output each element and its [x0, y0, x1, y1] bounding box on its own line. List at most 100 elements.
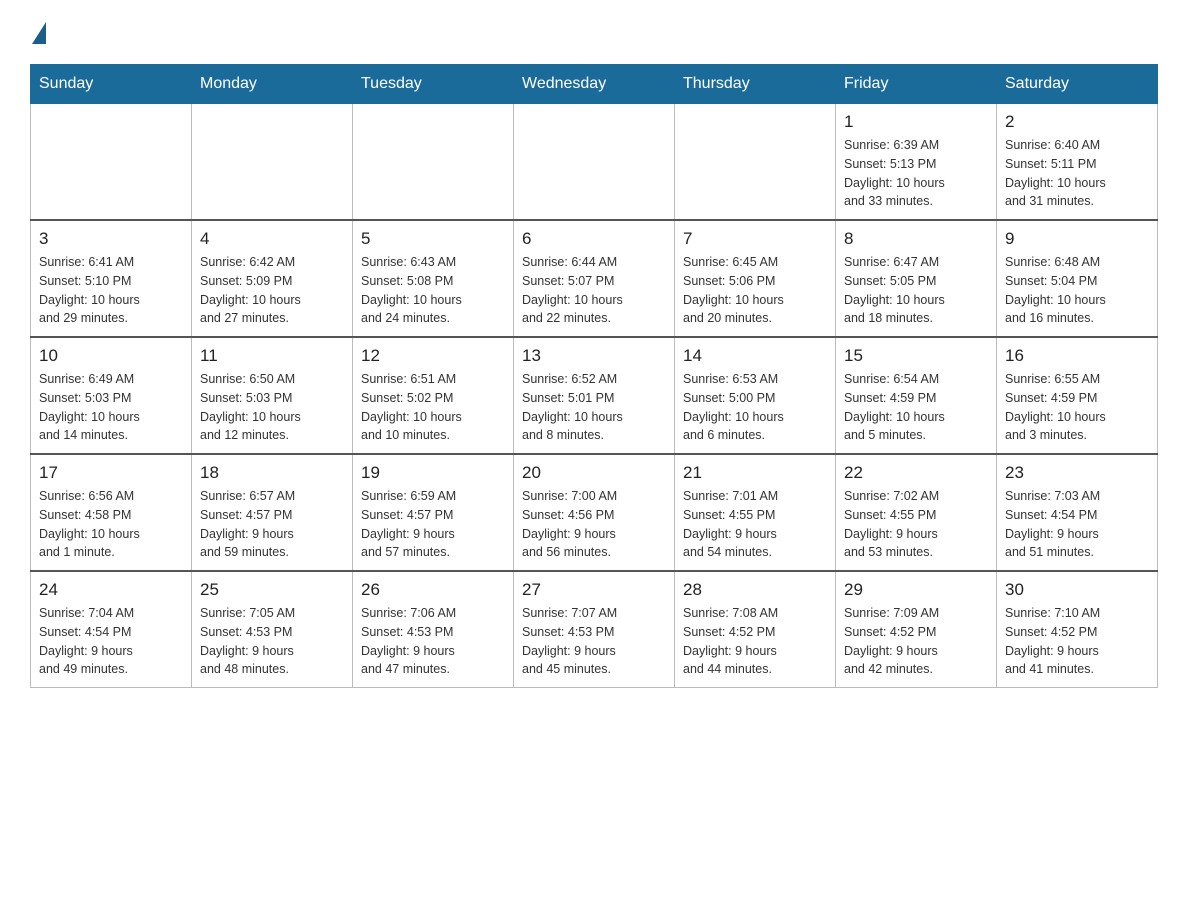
weekday-header-wednesday: Wednesday [514, 65, 675, 104]
day-info: Sunrise: 6:49 AM Sunset: 5:03 PM Dayligh… [39, 370, 183, 445]
day-info: Sunrise: 6:55 AM Sunset: 4:59 PM Dayligh… [1005, 370, 1149, 445]
calendar-header-row: SundayMondayTuesdayWednesdayThursdayFrid… [31, 65, 1158, 104]
calendar-cell: 20 Sunrise: 7:00 AM Sunset: 4:56 PM Dayli… [514, 454, 675, 571]
calendar-cell: 7 Sunrise: 6:45 AM Sunset: 5:06 PM Daylig… [675, 220, 836, 337]
day-number: 14 [683, 346, 827, 366]
day-info: Sunrise: 6:52 AM Sunset: 5:01 PM Dayligh… [522, 370, 666, 445]
calendar-week-row: 3 Sunrise: 6:41 AM Sunset: 5:10 PM Daylig… [31, 220, 1158, 337]
page-header [30, 20, 1158, 44]
calendar-week-row: 24 Sunrise: 7:04 AM Sunset: 4:54 PM Dayli… [31, 571, 1158, 688]
calendar-cell: 24 Sunrise: 7:04 AM Sunset: 4:54 PM Dayli… [31, 571, 192, 688]
calendar-week-row: 17 Sunrise: 6:56 AM Sunset: 4:58 PM Dayli… [31, 454, 1158, 571]
day-number: 4 [200, 229, 344, 249]
day-info: Sunrise: 6:41 AM Sunset: 5:10 PM Dayligh… [39, 253, 183, 328]
day-info: Sunrise: 6:45 AM Sunset: 5:06 PM Dayligh… [683, 253, 827, 328]
calendar-cell: 2 Sunrise: 6:40 AM Sunset: 5:11 PM Daylig… [997, 104, 1158, 221]
day-number: 24 [39, 580, 183, 600]
day-number: 9 [1005, 229, 1149, 249]
day-info: Sunrise: 6:40 AM Sunset: 5:11 PM Dayligh… [1005, 136, 1149, 211]
calendar-cell: 17 Sunrise: 6:56 AM Sunset: 4:58 PM Dayli… [31, 454, 192, 571]
calendar-cell: 21 Sunrise: 7:01 AM Sunset: 4:55 PM Dayli… [675, 454, 836, 571]
weekday-header-saturday: Saturday [997, 65, 1158, 104]
calendar-cell: 15 Sunrise: 6:54 AM Sunset: 4:59 PM Dayli… [836, 337, 997, 454]
day-info: Sunrise: 6:59 AM Sunset: 4:57 PM Dayligh… [361, 487, 505, 562]
day-info: Sunrise: 7:00 AM Sunset: 4:56 PM Dayligh… [522, 487, 666, 562]
day-number: 12 [361, 346, 505, 366]
day-number: 3 [39, 229, 183, 249]
calendar-cell: 14 Sunrise: 6:53 AM Sunset: 5:00 PM Dayli… [675, 337, 836, 454]
day-number: 21 [683, 463, 827, 483]
calendar-cell: 6Sunrise: 6:44 AM Sunset: 5:07 PM Daylig… [514, 220, 675, 337]
day-info: Sunrise: 6:57 AM Sunset: 4:57 PM Dayligh… [200, 487, 344, 562]
day-number: 11 [200, 346, 344, 366]
day-number: 29 [844, 580, 988, 600]
day-number: 26 [361, 580, 505, 600]
day-info: Sunrise: 7:09 AM Sunset: 4:52 PM Dayligh… [844, 604, 988, 679]
calendar-cell: 10 Sunrise: 6:49 AM Sunset: 5:03 PM Dayli… [31, 337, 192, 454]
calendar-cell: 18 Sunrise: 6:57 AM Sunset: 4:57 PM Dayli… [192, 454, 353, 571]
calendar-week-row: 10 Sunrise: 6:49 AM Sunset: 5:03 PM Dayli… [31, 337, 1158, 454]
weekday-header-thursday: Thursday [675, 65, 836, 104]
day-number: 2 [1005, 112, 1149, 132]
day-info: Sunrise: 7:06 AM Sunset: 4:53 PM Dayligh… [361, 604, 505, 679]
day-info: Sunrise: 6:47 AM Sunset: 5:05 PM Dayligh… [844, 253, 988, 328]
day-info: Sunrise: 7:03 AM Sunset: 4:54 PM Dayligh… [1005, 487, 1149, 562]
day-number: 20 [522, 463, 666, 483]
weekday-header-sunday: Sunday [31, 65, 192, 104]
calendar-cell: 4 Sunrise: 6:42 AM Sunset: 5:09 PM Daylig… [192, 220, 353, 337]
day-number: 18 [200, 463, 344, 483]
calendar-cell: 11 Sunrise: 6:50 AM Sunset: 5:03 PM Dayli… [192, 337, 353, 454]
day-info: Sunrise: 6:44 AM Sunset: 5:07 PM Dayligh… [522, 253, 666, 328]
day-info: Sunrise: 7:01 AM Sunset: 4:55 PM Dayligh… [683, 487, 827, 562]
day-number: 7 [683, 229, 827, 249]
calendar-cell: 5Sunrise: 6:43 AM Sunset: 5:08 PM Daylig… [353, 220, 514, 337]
day-info: Sunrise: 6:56 AM Sunset: 4:58 PM Dayligh… [39, 487, 183, 562]
calendar-cell: 9 Sunrise: 6:48 AM Sunset: 5:04 PM Daylig… [997, 220, 1158, 337]
logo-triangle-icon [32, 22, 46, 44]
day-info: Sunrise: 6:51 AM Sunset: 5:02 PM Dayligh… [361, 370, 505, 445]
calendar-cell [514, 104, 675, 221]
day-number: 13 [522, 346, 666, 366]
day-info: Sunrise: 6:39 AM Sunset: 5:13 PM Dayligh… [844, 136, 988, 211]
calendar-cell: 26 Sunrise: 7:06 AM Sunset: 4:53 PM Dayli… [353, 571, 514, 688]
calendar-cell: 22 Sunrise: 7:02 AM Sunset: 4:55 PM Dayli… [836, 454, 997, 571]
weekday-header-monday: Monday [192, 65, 353, 104]
calendar-cell: 19 Sunrise: 6:59 AM Sunset: 4:57 PM Dayli… [353, 454, 514, 571]
day-info: Sunrise: 7:02 AM Sunset: 4:55 PM Dayligh… [844, 487, 988, 562]
calendar-cell [675, 104, 836, 221]
calendar-cell: 13 Sunrise: 6:52 AM Sunset: 5:01 PM Dayli… [514, 337, 675, 454]
day-info: Sunrise: 6:42 AM Sunset: 5:09 PM Dayligh… [200, 253, 344, 328]
day-info: Sunrise: 6:53 AM Sunset: 5:00 PM Dayligh… [683, 370, 827, 445]
day-number: 16 [1005, 346, 1149, 366]
day-info: Sunrise: 7:10 AM Sunset: 4:52 PM Dayligh… [1005, 604, 1149, 679]
calendar-cell: 28 Sunrise: 7:08 AM Sunset: 4:52 PM Dayli… [675, 571, 836, 688]
weekday-header-friday: Friday [836, 65, 997, 104]
day-number: 17 [39, 463, 183, 483]
calendar-cell: 16 Sunrise: 6:55 AM Sunset: 4:59 PM Dayli… [997, 337, 1158, 454]
day-number: 22 [844, 463, 988, 483]
day-number: 10 [39, 346, 183, 366]
day-info: Sunrise: 6:50 AM Sunset: 5:03 PM Dayligh… [200, 370, 344, 445]
day-info: Sunrise: 7:08 AM Sunset: 4:52 PM Dayligh… [683, 604, 827, 679]
day-info: Sunrise: 7:04 AM Sunset: 4:54 PM Dayligh… [39, 604, 183, 679]
day-number: 19 [361, 463, 505, 483]
day-number: 28 [683, 580, 827, 600]
day-info: Sunrise: 6:54 AM Sunset: 4:59 PM Dayligh… [844, 370, 988, 445]
calendar-week-row: 1 Sunrise: 6:39 AM Sunset: 5:13 PM Daylig… [31, 104, 1158, 221]
day-info: Sunrise: 6:48 AM Sunset: 5:04 PM Dayligh… [1005, 253, 1149, 328]
day-number: 27 [522, 580, 666, 600]
calendar-table: SundayMondayTuesdayWednesdayThursdayFrid… [30, 64, 1158, 688]
calendar-cell [353, 104, 514, 221]
calendar-cell: 1 Sunrise: 6:39 AM Sunset: 5:13 PM Daylig… [836, 104, 997, 221]
day-number: 15 [844, 346, 988, 366]
day-number: 30 [1005, 580, 1149, 600]
calendar-cell: 3 Sunrise: 6:41 AM Sunset: 5:10 PM Daylig… [31, 220, 192, 337]
calendar-cell: 27Sunrise: 7:07 AM Sunset: 4:53 PM Dayli… [514, 571, 675, 688]
calendar-cell: 8 Sunrise: 6:47 AM Sunset: 5:05 PM Daylig… [836, 220, 997, 337]
calendar-cell: 25Sunrise: 7:05 AM Sunset: 4:53 PM Dayli… [192, 571, 353, 688]
day-number: 8 [844, 229, 988, 249]
day-number: 1 [844, 112, 988, 132]
calendar-cell: 23Sunrise: 7:03 AM Sunset: 4:54 PM Dayli… [997, 454, 1158, 571]
calendar-cell [31, 104, 192, 221]
day-info: Sunrise: 6:43 AM Sunset: 5:08 PM Dayligh… [361, 253, 505, 328]
